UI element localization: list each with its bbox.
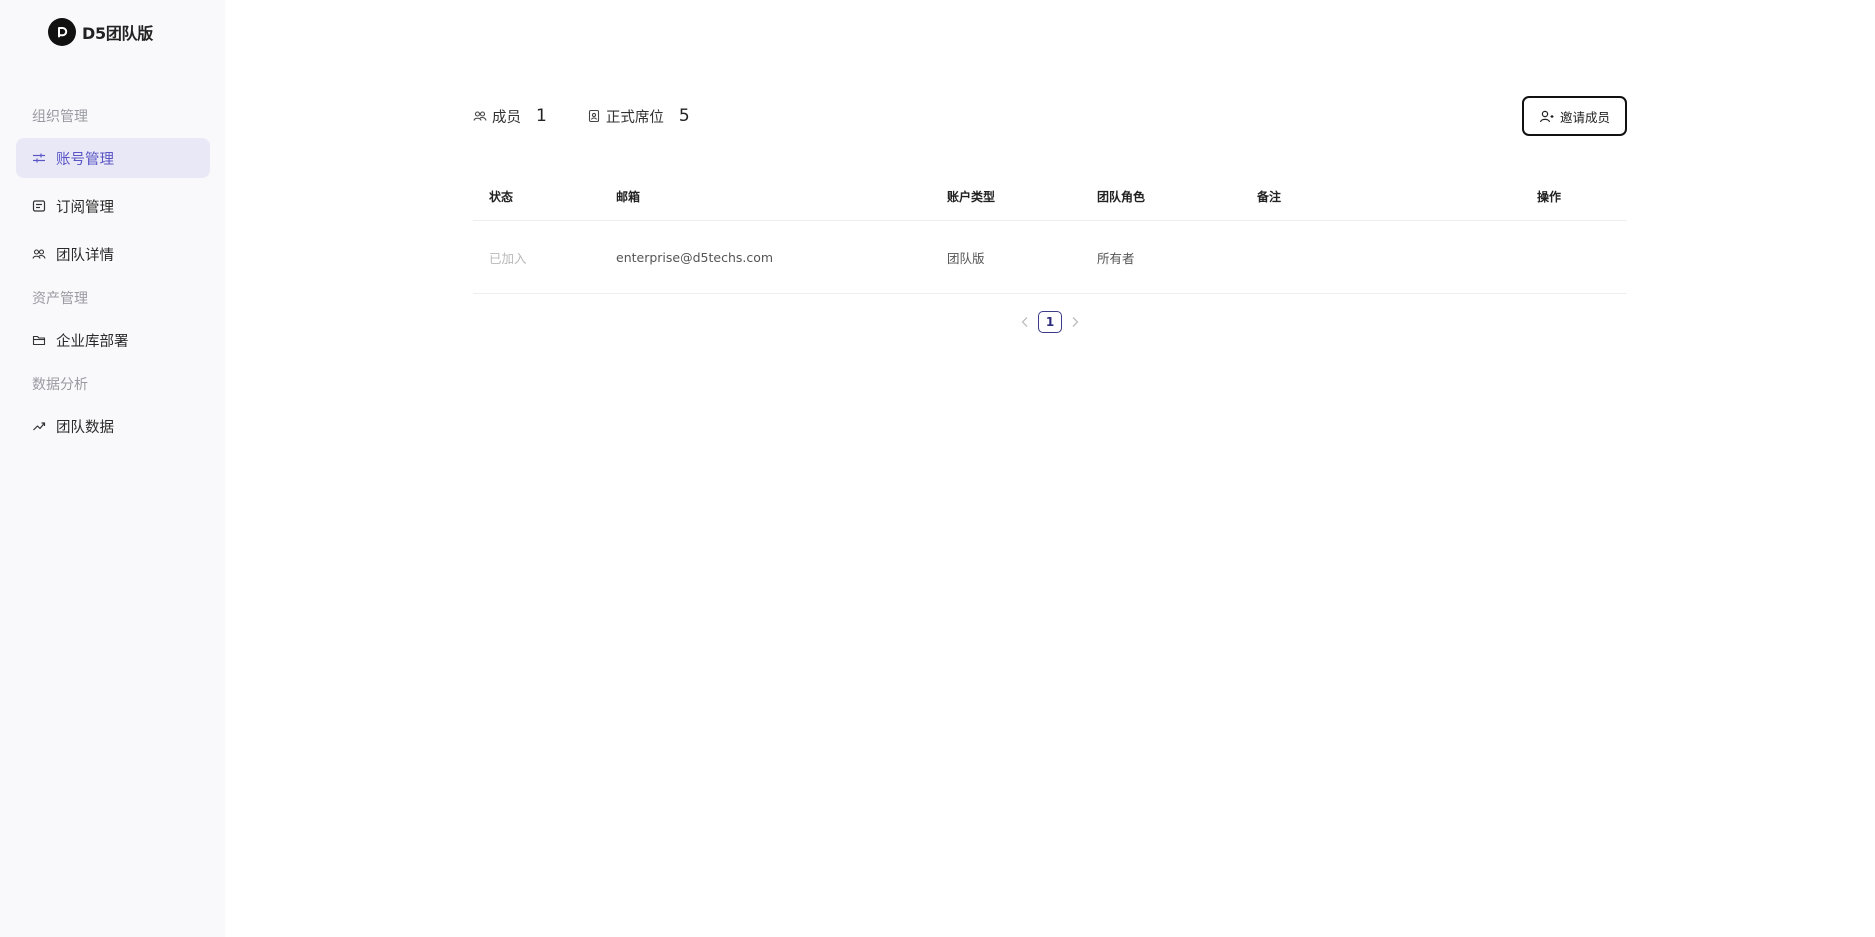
table-row: 已加入 enterprise@d5techs.com 团队版 所有者	[473, 221, 1627, 294]
section-label-analytics: 数据分析	[32, 377, 88, 393]
page-number-current[interactable]: 1	[1038, 311, 1062, 333]
seats-stat: 正式席位 5	[587, 106, 690, 127]
brand[interactable]: D5团队版	[48, 18, 153, 46]
members-label: 成员	[492, 109, 521, 126]
sidebar-item-label: 团队数据	[56, 419, 114, 436]
trend-icon	[33, 422, 46, 431]
section-label-assets: 资产管理	[32, 291, 88, 307]
table-header: 状态 邮箱 账户类型 团队角色 备注 操作	[473, 172, 1627, 221]
section-label-org: 组织管理	[32, 109, 88, 125]
column-header-status: 状态	[489, 189, 514, 204]
chevron-right-icon	[1072, 317, 1079, 327]
sidebar-item-label: 企业库部署	[56, 333, 129, 350]
sidebar-item-subscription[interactable]: 订阅管理	[16, 186, 210, 226]
chevron-left-icon	[1021, 317, 1028, 327]
d5-logo-icon	[48, 18, 76, 46]
sidebar-item-account[interactable]: 账号管理	[16, 138, 210, 178]
invite-member-label: 邀请成员	[1559, 110, 1610, 125]
row-team-role: 所有者	[1097, 250, 1135, 266]
sidebar-item-label: 账号管理	[56, 151, 114, 168]
sidebar: D5团队版 组织管理 账号管理 订阅管理 团队详情 资产管理 企业库部署 数据分…	[0, 0, 225, 937]
invite-member-button[interactable]: 邀请成员	[1522, 96, 1627, 136]
members-icon	[473, 111, 487, 121]
sidebar-item-label: 团队详情	[56, 247, 114, 264]
sidebar-item-enterprise-library[interactable]: 企业库部署	[16, 320, 210, 360]
members-stat: 成员 1	[473, 106, 547, 127]
seats-label: 正式席位	[605, 109, 664, 126]
sidebar-item-team-data[interactable]: 团队数据	[16, 406, 210, 446]
column-header-team-role: 团队角色	[1097, 189, 1146, 204]
members-count: 1	[536, 106, 547, 126]
add-user-icon	[1539, 110, 1554, 122]
column-header-account-type: 账户类型	[947, 189, 996, 204]
sliders-icon	[33, 153, 45, 163]
folder-icon	[32, 335, 46, 346]
members-table: 状态 邮箱 账户类型 团队角色 备注 操作 已加入 enterprise@d5t…	[473, 172, 1627, 294]
member-stats: 成员 1 正式席位 5	[473, 104, 730, 128]
column-header-actions: 操作	[1537, 189, 1562, 204]
column-header-note: 备注	[1257, 189, 1282, 204]
receipt-icon	[32, 200, 46, 212]
pagination: 1	[1018, 311, 1082, 333]
row-email: enterprise@d5techs.com	[616, 249, 774, 265]
sidebar-item-team-details[interactable]: 团队详情	[16, 234, 210, 274]
seats-count: 5	[678, 106, 690, 126]
next-page-button[interactable]	[1068, 315, 1082, 329]
sidebar-item-label: 订阅管理	[56, 199, 114, 216]
seat-badge-icon	[588, 109, 599, 123]
prev-page-button[interactable]	[1018, 315, 1032, 329]
row-account-type: 团队版	[947, 250, 985, 266]
team-icon	[32, 249, 46, 259]
brand-name: D5团队版	[82, 24, 153, 43]
column-header-email: 邮箱	[616, 189, 641, 204]
row-status: 已加入	[489, 250, 527, 266]
